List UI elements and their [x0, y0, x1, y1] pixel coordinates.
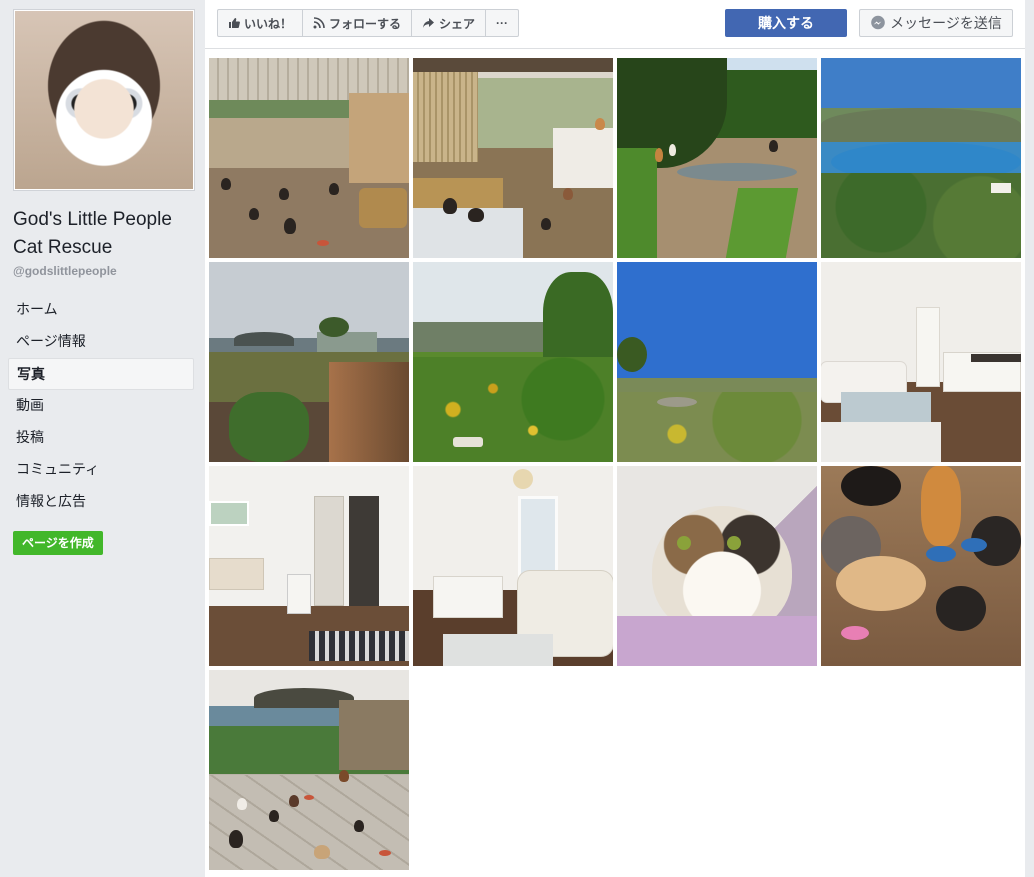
more-options-button[interactable]: ··· [486, 10, 518, 36]
messenger-icon [871, 15, 885, 30]
photo-cat-portrait[interactable] [617, 466, 817, 666]
share-label: シェア [439, 16, 476, 31]
photo-coast-hills[interactable] [617, 262, 817, 462]
left-sidebar: God's Little People Cat Rescue @godslitt… [0, 0, 205, 877]
photo-porch-cats[interactable] [209, 58, 409, 258]
send-message-button[interactable]: メッセージを送信 [859, 9, 1013, 37]
page-nav: ホーム ページ情報 写真 動画 投稿 コミュニティ 情報と広告 [8, 294, 194, 518]
buy-button[interactable]: 購入する [725, 9, 847, 37]
more-dots-icon: ··· [496, 16, 509, 30]
photo-kitchen-hall[interactable] [209, 466, 409, 666]
photo-garden-sunset[interactable] [209, 262, 409, 462]
create-page-button[interactable]: ページを作成 [13, 531, 103, 555]
nav-item-info-ads[interactable]: 情報と広告 [8, 486, 194, 518]
rss-icon [313, 17, 325, 29]
thumbs-up-icon [229, 18, 240, 28]
nav-item-videos[interactable]: 動画 [8, 390, 194, 422]
page-title[interactable]: God's Little People Cat Rescue [13, 206, 198, 262]
like-button[interactable]: いいね！ [218, 10, 304, 36]
photo-living-room[interactable] [821, 262, 1021, 462]
photo-bedroom-lounge[interactable] [413, 466, 613, 666]
nav-item-posts[interactable]: 投稿 [8, 422, 194, 454]
nav-item-about[interactable]: ページ情報 [8, 326, 194, 358]
send-message-label: メッセージを送信 [890, 15, 1002, 31]
share-arrow-icon [423, 18, 435, 28]
nav-item-photos[interactable]: 写真 [8, 358, 194, 390]
photo-terrace-cats[interactable] [209, 670, 409, 870]
photo-dirt-path-cats[interactable] [617, 58, 817, 258]
photo-shed-cats[interactable] [413, 58, 613, 258]
nav-item-community[interactable]: コミュニティ [8, 454, 194, 486]
kitten-avatar-image [15, 11, 193, 189]
photo-bay-view[interactable] [821, 58, 1021, 258]
page-profile-picture[interactable] [13, 9, 195, 191]
page-handle[interactable]: @godslittlepeople [13, 264, 117, 278]
page-action-bar: いいね！ フォローする シェア ··· 購入する メッセージを送信 [205, 0, 1025, 49]
like-label: いいね！ [244, 16, 293, 31]
photo-cats-eating[interactable] [821, 466, 1021, 666]
main-content: いいね！ フォローする シェア ··· 購入する メッセージを送信 [205, 0, 1025, 877]
action-button-group: いいね！ フォローする シェア ··· [217, 9, 520, 37]
share-button[interactable]: シェア [412, 10, 487, 36]
photo-wild-garden[interactable] [413, 262, 613, 462]
follow-button[interactable]: フォローする [303, 10, 413, 36]
nav-item-home[interactable]: ホーム [8, 294, 194, 326]
right-gutter [1025, 0, 1034, 877]
follow-label: フォローする [329, 16, 402, 31]
